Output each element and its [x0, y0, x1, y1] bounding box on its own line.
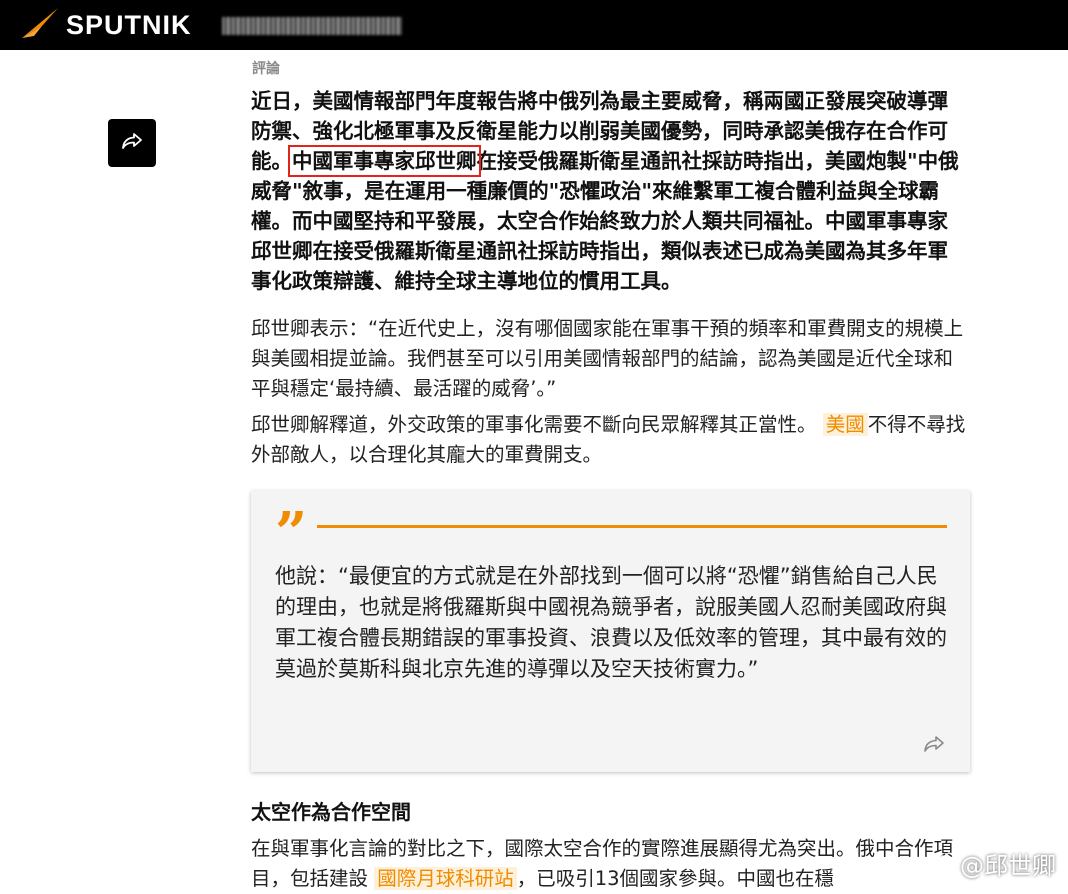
watermark-text: @邱世卿: [960, 852, 1056, 880]
quote-block: ” 他說：“最便宜的方式就是在外部找到一個可以將“恐懼”銷售給自己人民的理由，也…: [251, 491, 970, 772]
brand-name: SPUTNIK: [66, 9, 192, 40]
section-heading: 太空作為合作空間: [251, 800, 411, 824]
quote-text: 他說：“最便宜的方式就是在外部找到一個可以將“恐懼”銷售給自己人民的理由，也就是…: [275, 564, 947, 681]
blurred-header-text: [222, 17, 402, 35]
top-navigation-bar: SPUTNIK: [0, 0, 1068, 50]
paragraph-text-end: ，已吸引13個國家參與。中國也在穩: [516, 867, 835, 890]
share-button[interactable]: [108, 119, 156, 167]
paragraph-space-cooperation: 在與軍事化言論的對比之下，國際太空合作的實際進展顯得尤為突出。俄中合作項目，包括…: [251, 834, 967, 894]
article-category[interactable]: 評論: [252, 58, 280, 78]
weibo-icon: [930, 850, 956, 878]
quote-divider: [317, 525, 947, 528]
paragraph-text-start: 邱世卿解釋道，外交政策的軍事化需要不斷向民眾解釋其正當性。: [251, 413, 817, 436]
tag-link-usa[interactable]: 美國: [822, 413, 868, 436]
share-icon: [121, 132, 143, 154]
article-lead: 近日，美國情報部門年度報告將中俄列為最主要威脅，稱兩國正發展突破導彈防禦、強化北…: [251, 86, 967, 296]
sputnik-logo[interactable]: SPUTNIK: [20, 8, 192, 42]
paragraph-explanation: 邱世卿解釋道，外交政策的軍事化需要不斷向民眾解釋其正當性。 美國 不得不尋找外部敵…: [251, 410, 967, 470]
quote-icon: ”: [275, 500, 308, 566]
highlighted-expert-name: 中國軍事專家邱世卿: [288, 145, 481, 177]
sputnik-logo-icon: [20, 6, 60, 44]
tag-link-lunar-station[interactable]: 國際月球科研站: [374, 867, 517, 890]
weibo-watermark: @邱世卿: [930, 846, 1056, 881]
paragraph-quote-intro: 邱世卿表示：“在近代史上，沒有哪個國家能在軍事干預的頻率和軍費開支的規模上與美國…: [251, 317, 964, 400]
quote-share-icon[interactable]: [923, 735, 945, 757]
